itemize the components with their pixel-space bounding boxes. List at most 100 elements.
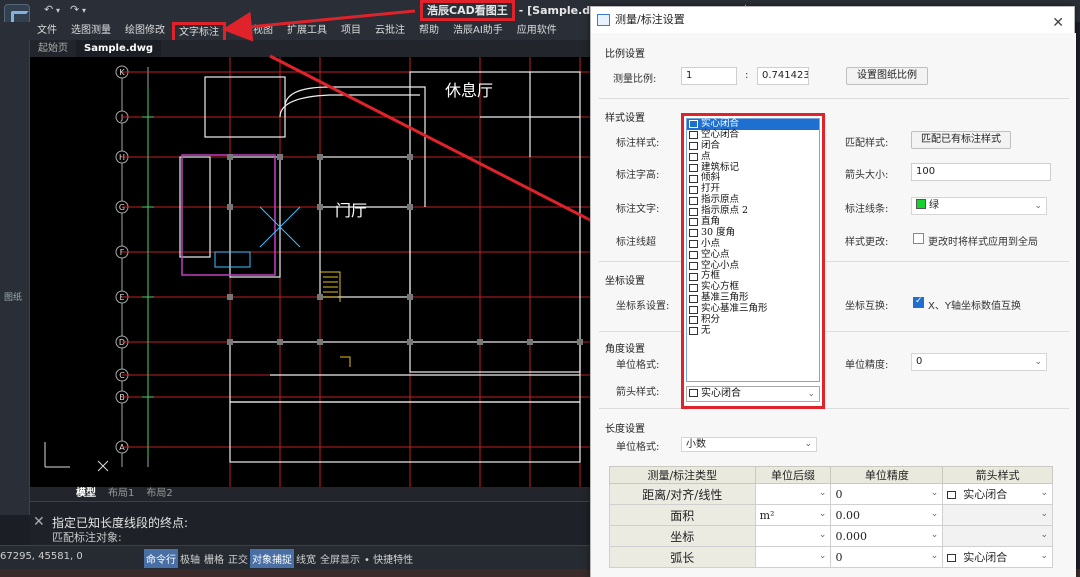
length-unit-format-select[interactable]: 小数 ⌄ — [681, 437, 817, 452]
redo-icon[interactable]: ↷ — [70, 3, 79, 16]
menu-help[interactable]: 帮助 — [412, 22, 446, 40]
menu-3d-view[interactable]: 三维视图 — [226, 22, 280, 40]
arrow-type-icon — [689, 120, 698, 129]
status-toggle[interactable]: 正交 — [226, 549, 250, 568]
menu-measure[interactable]: 选图测量 — [64, 22, 118, 40]
arrow-type-icon — [689, 327, 698, 336]
arrow-style-label: 箭头样式: — [616, 387, 660, 398]
arrow-style-select[interactable]: 实心闭合 ⌄ — [686, 386, 820, 402]
chevron-down-icon: ⌄ — [930, 551, 939, 561]
table-cell-precision[interactable]: 0 ⌄ — [830, 546, 944, 568]
tab-sample-dwg[interactable]: Sample.dwg — [76, 40, 162, 57]
length-section-title: 长度设置 — [605, 424, 645, 435]
undo-dropdown-icon[interactable]: ▾ — [56, 6, 60, 15]
status-toggle[interactable]: 线宽 — [294, 549, 318, 568]
tab-model[interactable]: 模型 — [70, 487, 102, 501]
drawing-canvas[interactable]: KJHGFEDCBA — [30, 57, 600, 487]
dropdown-option[interactable]: 空心点 — [687, 248, 819, 261]
menu-ai-assistant[interactable]: 浩辰AI助手 — [446, 22, 510, 40]
status-toggle[interactable]: 极轴 — [178, 549, 202, 568]
match-existing-style-button[interactable]: 匹配已有标注样式 — [911, 131, 1011, 149]
menu-file[interactable]: 文件 — [30, 22, 64, 40]
chevron-down-icon: ⌄ — [930, 509, 939, 519]
chevron-down-icon: ⌄ — [1040, 509, 1048, 519]
table-cell-arrow[interactable]: ⌄ — [942, 504, 1053, 526]
structural-column — [277, 339, 283, 345]
status-toggle[interactable]: 全屏显示 — [318, 549, 362, 568]
menu-project[interactable]: 项目 — [334, 22, 368, 40]
arrow-type-icon — [689, 229, 698, 238]
table-cell-precision[interactable]: 0.000 ⌄ — [830, 525, 944, 547]
cell-value: 0.000 — [835, 529, 867, 543]
structural-column — [577, 339, 583, 345]
dropdown-option-label: 空心点 — [701, 248, 730, 260]
chevron-down-icon: ⌄ — [807, 389, 815, 399]
table-cell-precision[interactable]: 0 ⌄ — [830, 483, 944, 505]
structural-column — [407, 204, 413, 210]
arrow-style-icon — [947, 554, 957, 562]
table-cell-suffix[interactable]: ⌄ — [754, 546, 832, 568]
set-drawing-scale-button[interactable]: 设置图纸比例 — [846, 67, 928, 85]
dim-style-label: 标注样式: — [616, 138, 660, 149]
status-toggle[interactable]: 对象捕捉 — [250, 549, 294, 568]
angle-unit-precision-select[interactable]: 0 ⌄ — [911, 353, 1047, 371]
coord-swap-label: 坐标互换: — [845, 301, 889, 312]
style-change-label: 样式更改: — [845, 237, 889, 248]
cell-value — [756, 551, 760, 564]
arrow-type-icon — [689, 251, 698, 260]
table-cell-arrow[interactable]: ⌄ — [942, 525, 1053, 547]
dim-line-color-select[interactable]: 绿 ⌄ — [911, 197, 1047, 215]
command-line[interactable]: ✕ 指定已知长度线段的终点: 匹配标注对象: — [30, 501, 600, 545]
cursor-coordinates: 67295, 45581, 0 — [0, 551, 83, 562]
cell-value — [756, 488, 760, 501]
arrow-size-input[interactable]: 100 — [911, 163, 1051, 181]
table-cell-suffix[interactable]: ⌄ — [754, 483, 832, 505]
table-cell-precision[interactable]: 0.00 ⌄ — [830, 504, 944, 526]
structural-column — [317, 294, 323, 300]
table-header-precision: 单位精度 — [830, 466, 944, 484]
menu-cloud-annotation[interactable]: 云批注 — [368, 22, 412, 40]
chevron-down-icon: ⌄ — [818, 530, 827, 540]
measure-annotation-settings-dialog: 测量/标注设置 ✕ 比例设置 测量比例: 1 : 0.74142333 设置图纸… — [590, 6, 1076, 577]
table-header-arrow: 箭头样式 — [942, 466, 1053, 484]
length-unit-format-value: 小数 — [686, 439, 706, 450]
table-cell-arrow[interactable]: 实心闭合 ⌄ — [942, 546, 1053, 568]
dropdown-option[interactable]: 无 — [687, 325, 819, 337]
cell-value: 面积 — [670, 508, 695, 523]
dialog-title-bar: 测量/标注设置 ✕ — [591, 7, 1074, 33]
scale-right-input[interactable]: 0.74142333 — [757, 67, 809, 85]
table-cell-suffix[interactable]: ⌄ — [754, 525, 832, 547]
menu-apps[interactable]: 应用软件 — [510, 22, 564, 40]
status-toggles: 命令行 极轴 栅格 正交 对象捕捉 线宽 全屏显示 • 快捷特性 — [144, 549, 415, 568]
table-cell-suffix[interactable]: m² ⌄ — [754, 504, 832, 526]
dim-style-dropdown-list[interactable]: 实心闭合 空心闭合 闭合点建筑标记 倾斜 打开 指示原点 指示原点 2 直角 30 度角 小点 空心… — [686, 118, 820, 382]
undo-icon[interactable]: ↶ — [44, 3, 53, 16]
coord-swap-checkbox[interactable] — [913, 296, 924, 308]
dropdown-option[interactable]: 点 — [687, 150, 819, 163]
arrow-type-icon — [689, 174, 698, 183]
structural-column — [527, 339, 533, 345]
menu-draw-modify[interactable]: 绘图修改 — [118, 22, 172, 40]
menu-extension-tools[interactable]: 扩展工具 — [280, 22, 334, 40]
tab-start-page[interactable]: 起始页 — [30, 40, 76, 57]
redo-dropdown-icon[interactable]: ▾ — [82, 6, 86, 15]
cell-value: 弧长 — [670, 550, 695, 565]
status-bar: 67295, 45581, 0 命令行 极轴 栅格 正交 对象捕捉 线宽 全屏显示 • 快捷特… — [0, 545, 600, 569]
dropdown-option-label: 点 — [701, 150, 711, 162]
status-toggle[interactable]: • 快捷特性 — [362, 549, 415, 568]
scale-section-title: 比例设置 — [605, 49, 645, 60]
arrow-type-icon — [689, 316, 698, 325]
status-toggle[interactable]: 命令行 — [144, 549, 178, 568]
structural-column — [227, 154, 233, 160]
chevron-down-icon: ⌄ — [1040, 551, 1048, 561]
tab-layout-2[interactable]: 布局2 — [140, 487, 178, 501]
structural-column — [477, 339, 483, 345]
close-command-icon[interactable]: ✕ — [33, 514, 45, 530]
tab-layout-1[interactable]: 布局1 — [102, 487, 140, 501]
table-cell-arrow[interactable]: 实心闭合 ⌄ — [942, 483, 1053, 505]
left-tool-label[interactable]: 图纸 — [4, 290, 22, 303]
status-toggle[interactable]: 栅格 — [202, 549, 226, 568]
room-label-lobby: 门厅 — [335, 201, 368, 220]
apply-global-checkbox[interactable] — [913, 233, 924, 244]
scale-left-input[interactable]: 1 — [681, 67, 737, 85]
